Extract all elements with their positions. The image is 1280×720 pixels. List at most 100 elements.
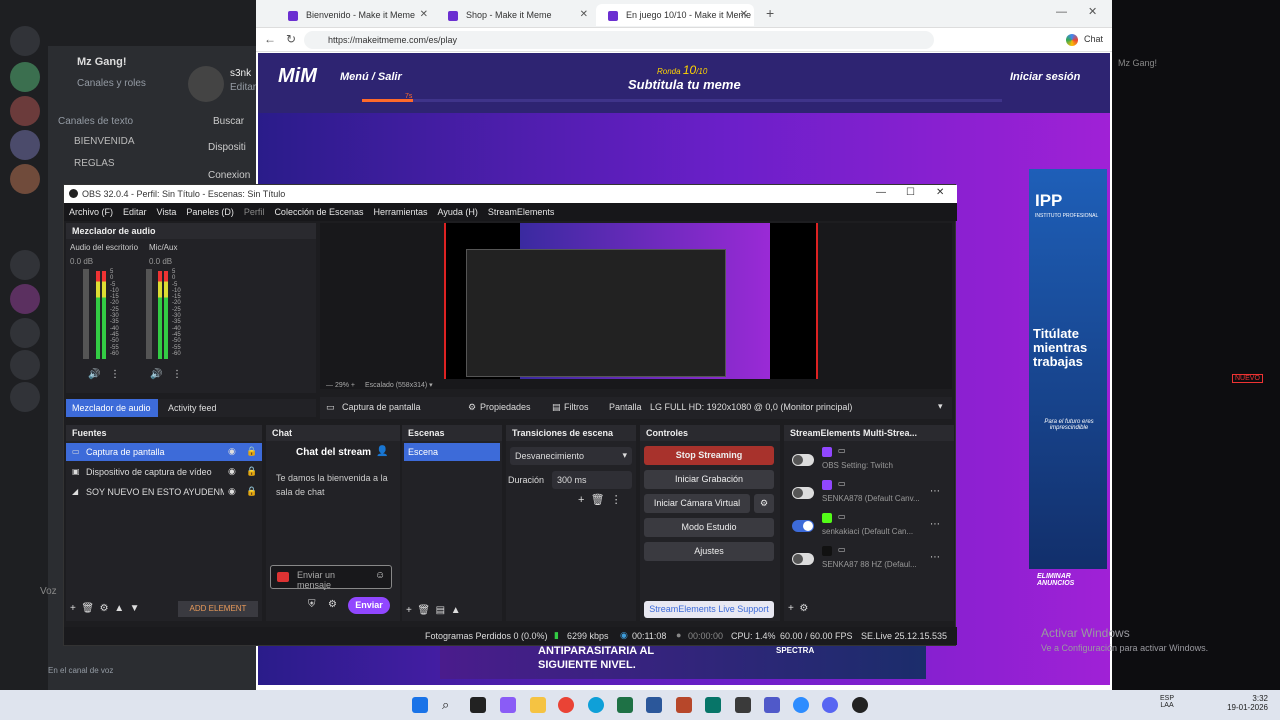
reload-icon[interactable]: ↻: [286, 32, 296, 46]
new-tab-icon[interactable]: +: [766, 5, 774, 21]
volume-slider[interactable]: [146, 269, 152, 359]
toggle-switch[interactable]: [792, 487, 814, 499]
ad-banner-bottom[interactable]: ANTIPARASITARIA AL SIGUIENTE NIVEL. SPEC…: [440, 643, 926, 679]
teams-icon[interactable]: [764, 697, 780, 713]
close-icon[interactable]: ✕: [740, 9, 748, 20]
add-icon[interactable]: +: [70, 603, 76, 614]
down-icon[interactable]: ▼: [130, 603, 140, 614]
menu-button[interactable]: Menú / Salir: [340, 71, 402, 83]
visibility-icon[interactable]: ◉: [228, 446, 236, 457]
more-icon[interactable]: ⋮: [110, 369, 120, 380]
copilot-icon[interactable]: [500, 697, 516, 713]
chrome-icon[interactable]: [558, 697, 574, 713]
trash-icon[interactable]: 🗑: [417, 605, 430, 616]
trash-icon[interactable]: 🗑: [591, 494, 605, 506]
stream-target-row[interactable]: ▭ SENKA878 (Default Canv... ⋯: [784, 478, 954, 508]
chat-input[interactable]: Enviar un mensaje ☺: [270, 565, 392, 590]
tab-mixer[interactable]: Mezclador de audio: [66, 399, 158, 417]
lock-icon[interactable]: 🔒: [246, 446, 257, 457]
menu-coleccion[interactable]: Colección de Escenas: [269, 203, 368, 217]
properties-button[interactable]: Propiedades: [480, 402, 531, 412]
trash-icon[interactable]: 🗑: [81, 603, 94, 614]
discord-icon[interactable]: [822, 697, 838, 713]
tab-activity-feed[interactable]: Activity feed: [168, 403, 217, 413]
source-row[interactable]: ▭ Captura de pantalla ◉ 🔒: [66, 443, 262, 461]
search-icon[interactable]: ⌕: [442, 697, 458, 713]
add-icon[interactable]: +: [788, 603, 794, 614]
virtual-camera-button[interactable]: Iniciar Cámara Virtual: [644, 494, 750, 513]
source-row[interactable]: ▣ Dispositivo de captura de vídeo ◉ 🔒: [66, 463, 262, 481]
explore-icon[interactable]: [10, 382, 40, 412]
stop-streaming-button[interactable]: Stop Streaming: [644, 446, 774, 465]
speaker-icon[interactable]: 🔊: [150, 369, 162, 380]
studio-mode-button[interactable]: Modo Estudio: [644, 518, 774, 537]
menu-item[interactable]: Conexion: [208, 170, 250, 181]
more-icon[interactable]: ⋯: [930, 486, 940, 497]
obs-icon[interactable]: [852, 697, 868, 713]
menu-editar[interactable]: Editar: [118, 203, 152, 217]
lock-icon[interactable]: 🔒: [246, 486, 257, 497]
screen-select[interactable]: LG FULL HD: 1920x1080 @ 0,0 (Monitor pri…: [650, 402, 852, 412]
login-button[interactable]: Iniciar sesión: [1010, 71, 1080, 83]
clock[interactable]: 3:32 19-01-2026: [1222, 694, 1268, 712]
add-server-icon[interactable]: [10, 350, 40, 380]
stream-target-row[interactable]: ▭ SENKA87 88 HZ (Defaul... ⋯: [784, 544, 954, 574]
stream-target-row[interactable]: ▭ senkakiaci (Default Can... ⋯: [784, 511, 954, 541]
volume-slider[interactable]: [83, 269, 89, 359]
server-icon[interactable]: [10, 96, 40, 126]
close-icon[interactable]: ✕: [580, 9, 588, 20]
minimize-icon[interactable]: —: [876, 187, 886, 198]
filters-button[interactable]: Filtros: [564, 402, 589, 412]
channel-bienvenida[interactable]: BIENVENIDA: [74, 136, 135, 147]
live-support-button[interactable]: StreamElements Live Support: [644, 601, 774, 618]
menu-vista[interactable]: Vista: [152, 203, 182, 217]
copilot-icon[interactable]: [1066, 34, 1078, 46]
app-icon[interactable]: [735, 697, 751, 713]
server-icon[interactable]: [10, 130, 40, 160]
back-icon[interactable]: ←: [264, 32, 276, 46]
close-icon[interactable]: ✕: [936, 187, 944, 198]
chat-button[interactable]: Chat: [1084, 34, 1103, 44]
shield-icon[interactable]: ⛨: [308, 599, 316, 610]
menu-herramientas[interactable]: Herramientas: [369, 203, 433, 217]
start-recording-button[interactable]: Iniciar Grabación: [644, 470, 774, 489]
preview-canvas[interactable]: [444, 223, 818, 379]
more-icon[interactable]: ⋮: [172, 369, 182, 380]
language-indicator[interactable]: ESP LAA: [1160, 695, 1174, 709]
up-icon[interactable]: ▲: [114, 603, 124, 614]
excel-icon[interactable]: [617, 697, 633, 713]
transition-select[interactable]: Desvanecimiento ▾: [510, 447, 632, 465]
menu-ayuda[interactable]: Ayuda (H): [433, 203, 483, 217]
toggle-switch[interactable]: [792, 520, 814, 532]
gear-icon[interactable]: ⚙: [799, 603, 808, 614]
url-input[interactable]: https://makeitmeme.com/es/play: [304, 31, 934, 49]
preview-area[interactable]: — 29% + Escalado (558x314) ▾: [320, 223, 952, 389]
visibility-icon[interactable]: ◉: [228, 466, 236, 477]
server-icon[interactable]: [10, 164, 40, 194]
toggle-switch[interactable]: [792, 454, 814, 466]
server-icon[interactable]: [10, 250, 40, 280]
emote-icon[interactable]: [277, 572, 289, 582]
add-element-button[interactable]: ADD ELEMENT: [178, 601, 258, 617]
tab-shop[interactable]: Shop - Make it Meme ✕: [436, 4, 594, 26]
menu-perfil[interactable]: Perfil: [239, 203, 270, 217]
tab-en-juego[interactable]: En juego 10/10 - Make it Meme ✕: [596, 4, 754, 26]
close-icon[interactable]: ✕: [420, 9, 428, 20]
menu-item[interactable]: Dispositi: [208, 142, 246, 153]
search-input[interactable]: Buscar: [213, 116, 244, 127]
user-status[interactable]: Editar: [230, 82, 256, 93]
menu-archivo[interactable]: Archivo (F): [64, 203, 118, 217]
more-icon[interactable]: ⋯: [930, 552, 940, 563]
discord-home-icon[interactable]: [10, 26, 40, 56]
emoji-icon[interactable]: ☺: [375, 570, 385, 581]
edge-icon[interactable]: [588, 697, 604, 713]
add-icon[interactable]: +: [578, 494, 584, 506]
server-icon[interactable]: [10, 62, 40, 92]
toggle-switch[interactable]: [792, 553, 814, 565]
channel-reglas[interactable]: REGLAS: [74, 158, 115, 169]
ad-banner-right[interactable]: IPP INSTITUTO PROFESIONAL Titúlate mient…: [1029, 169, 1107, 587]
filter-icon[interactable]: ▤: [436, 605, 445, 616]
zoom-icon[interactable]: [793, 697, 809, 713]
menu-streamelements[interactable]: StreamElements: [483, 203, 560, 217]
settings-button[interactable]: Ajustes: [644, 542, 774, 561]
